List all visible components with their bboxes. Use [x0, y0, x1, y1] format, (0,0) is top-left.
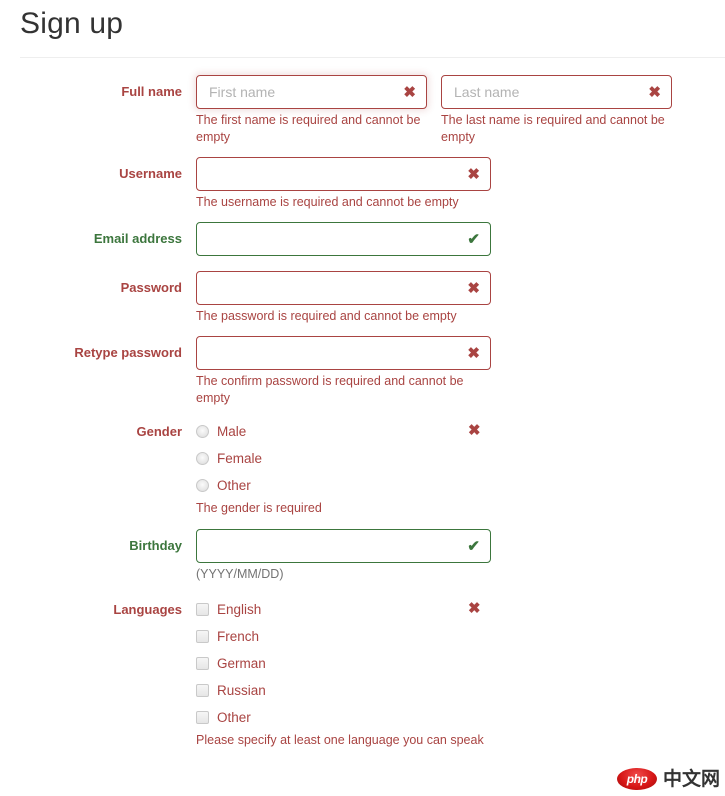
checkbox-label: English	[217, 601, 262, 617]
checkbox-option-other[interactable]: Other	[196, 704, 705, 731]
checkbox-label: German	[217, 655, 266, 671]
label-full-name: Full name	[121, 84, 182, 99]
radio-option-female[interactable]: Female	[196, 445, 705, 472]
watermark-text: 中文网	[662, 767, 720, 790]
first-name-error-text: The first name is required and cannot be…	[196, 113, 421, 144]
last-name-wrapper: ✖	[441, 75, 672, 109]
checkbox-option-german[interactable]: German	[196, 650, 705, 677]
checkbox-label: Other	[217, 709, 251, 725]
checkbox-option-french[interactable]: French	[196, 623, 705, 650]
field-group-languages: ✖ English French German Russian Other Pl…	[196, 596, 725, 749]
form-row-email: Email address ✔	[0, 222, 725, 256]
title-divider	[20, 57, 725, 58]
field-group-username: ✖ The username is required and cannot be…	[196, 157, 725, 211]
field-group-password: ✖ The password is required and cannot be…	[196, 271, 725, 325]
username-error-text: The username is required and cannot be e…	[196, 195, 459, 209]
checkbox-icon[interactable]	[196, 711, 209, 724]
label-gender: Gender	[136, 424, 182, 439]
radio-label: Male	[217, 423, 247, 439]
retype-password-wrapper: ✖	[196, 336, 491, 370]
label-password: Password	[120, 280, 182, 295]
label-birthday: Birthday	[129, 538, 182, 553]
field-group-birthday: ✔ (YYYY/MM/DD)	[196, 529, 725, 583]
retype-password-error-text: The confirm password is required and can…	[196, 374, 464, 405]
email-input[interactable]	[196, 222, 491, 256]
label-retype-password: Retype password	[74, 345, 182, 360]
radio-icon[interactable]	[196, 452, 209, 465]
gender-error-text: The gender is required	[196, 501, 322, 515]
last-name-input[interactable]	[441, 75, 672, 109]
form-row-username: Username ✖ The username is required and …	[0, 157, 725, 211]
label-email-address: Email address	[93, 231, 182, 246]
field-group-retype-password: ✖ The confirm password is required and c…	[196, 336, 725, 407]
form-row-full-name: Full name ✖ The first name is required a…	[0, 75, 725, 146]
birthday-wrapper: ✔	[196, 529, 491, 563]
first-name-wrapper: ✖	[196, 75, 427, 109]
password-wrapper: ✖	[196, 271, 491, 305]
field-group-email: ✔	[196, 222, 725, 256]
form-row-retype-password: Retype password ✖ The confirm password i…	[0, 336, 725, 407]
label-languages: Languages	[113, 602, 182, 617]
radio-icon[interactable]	[196, 479, 209, 492]
email-wrapper: ✔	[196, 222, 491, 256]
form-row-gender: Gender ✖ Male Female Other The gender is…	[0, 418, 725, 517]
cross-icon: ✖	[468, 600, 481, 617]
field-group-full-name: ✖ The first name is required and cannot …	[196, 75, 725, 146]
radio-option-other[interactable]: Other	[196, 472, 705, 499]
signup-page: Sign up Full name ✖ The first name is re…	[0, 0, 725, 796]
form-row-password: Password ✖ The password is required and …	[0, 271, 725, 325]
username-wrapper: ✖	[196, 157, 491, 191]
form-row-languages: Languages ✖ English French German Russia…	[0, 596, 725, 749]
site-watermark: php 中文网	[616, 767, 720, 790]
radio-label: Other	[217, 477, 251, 493]
php-logo-icon: php	[616, 768, 657, 790]
page-title: Sign up	[20, 7, 124, 40]
checkbox-label: Russian	[217, 682, 266, 698]
first-name-input[interactable]	[196, 75, 427, 109]
radio-option-male[interactable]: Male	[196, 418, 705, 445]
checkbox-label: French	[217, 628, 260, 644]
languages-error-text: Please specify at least one language you…	[196, 733, 484, 747]
checkbox-icon[interactable]	[196, 657, 209, 670]
retype-password-input[interactable]	[196, 336, 491, 370]
signup-form: Full name ✖ The first name is required a…	[0, 75, 725, 749]
cross-icon: ✖	[468, 422, 481, 439]
username-input[interactable]	[196, 157, 491, 191]
checkbox-icon[interactable]	[196, 603, 209, 616]
label-username: Username	[119, 166, 182, 181]
checkbox-option-russian[interactable]: Russian	[196, 677, 705, 704]
checkbox-option-english[interactable]: English	[196, 596, 705, 623]
last-name-error-text: The last name is required and cannot be …	[441, 113, 665, 144]
password-input[interactable]	[196, 271, 491, 305]
checkbox-icon[interactable]	[196, 684, 209, 697]
checkbox-icon[interactable]	[196, 630, 209, 643]
birthday-format-hint: (YYYY/MM/DD)	[196, 567, 284, 581]
radio-label: Female	[217, 450, 263, 466]
birthday-input[interactable]	[196, 529, 491, 563]
field-group-gender: ✖ Male Female Other The gender is requir…	[196, 418, 725, 517]
form-row-birthday: Birthday ✔ (YYYY/MM/DD)	[0, 529, 725, 583]
password-error-text: The password is required and cannot be e…	[196, 309, 457, 323]
radio-icon[interactable]	[196, 425, 209, 438]
